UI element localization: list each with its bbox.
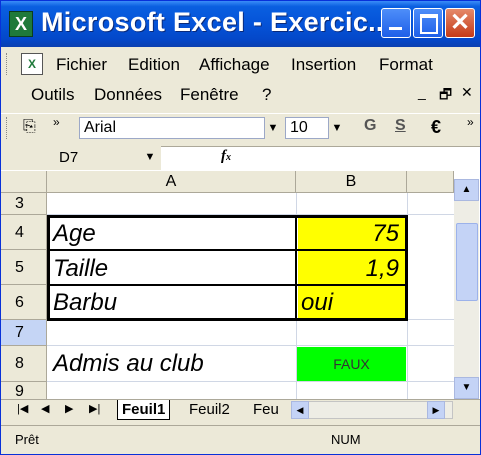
tab-feuil2[interactable]: Feuil2 xyxy=(185,400,234,420)
table-border-left xyxy=(47,215,50,321)
doc-restore-icon[interactable]: 🗗 xyxy=(439,84,452,108)
menu-grip[interactable] xyxy=(6,53,10,75)
prev-sheet-icon[interactable]: ◀ xyxy=(41,402,49,415)
status-ready: Prêt xyxy=(15,432,39,447)
name-box[interactable]: D7 xyxy=(1,146,161,170)
gridline xyxy=(47,381,454,382)
excel-app-icon[interactable]: X xyxy=(9,11,33,37)
insert-function-icon[interactable]: fx xyxy=(221,148,231,165)
table-border-right xyxy=(405,215,408,321)
font-name-dropdown-icon[interactable]: ▼ xyxy=(264,117,282,139)
workbook-icon[interactable]: X xyxy=(21,53,43,75)
maximize-button[interactable] xyxy=(413,8,443,38)
font-size-dropdown-icon[interactable]: ▼ xyxy=(328,117,346,139)
column-header-c[interactable] xyxy=(407,171,454,193)
status-bar: Prêt NUM xyxy=(1,425,480,454)
menu-insertion[interactable]: Insertion xyxy=(291,55,356,75)
toolbar-grip[interactable] xyxy=(6,117,10,139)
row-header-3[interactable]: 3 xyxy=(1,193,47,215)
scroll-down-button[interactable]: ▼ xyxy=(454,377,479,399)
tab-feuil3[interactable]: Feu xyxy=(249,400,283,420)
menu-fichier[interactable]: Fichier xyxy=(56,55,107,75)
last-sheet-icon[interactable]: ▶| xyxy=(89,402,100,415)
doc-close-icon[interactable]: ✕ xyxy=(461,84,473,101)
toolbar-options-icon[interactable]: » xyxy=(53,115,60,129)
cell-a6[interactable]: Barbu xyxy=(53,288,117,318)
menu-edition[interactable]: Edition xyxy=(128,55,180,75)
scroll-up-button[interactable]: ▲ xyxy=(454,179,479,201)
scroll-left-button[interactable]: ◀ xyxy=(291,401,309,419)
underline-button[interactable]: S xyxy=(395,117,406,135)
cell-b6[interactable]: oui xyxy=(301,288,333,318)
row-header-8[interactable]: 8 xyxy=(1,346,47,382)
excel-window: X Microsoft Excel - Exercic... ✕ X Fichi… xyxy=(0,0,481,455)
gridline xyxy=(47,345,454,346)
bold-button[interactable]: G xyxy=(364,117,376,135)
menu-outils[interactable]: Outils xyxy=(31,85,74,105)
row-header-4[interactable]: 4 xyxy=(1,215,47,250)
cell-b8[interactable]: FAUX xyxy=(297,347,406,381)
column-header-a[interactable]: A xyxy=(47,171,296,193)
currency-button[interactable]: € xyxy=(431,117,441,138)
next-sheet-icon[interactable]: ▶ xyxy=(65,402,73,415)
row-header-5[interactable]: 5 xyxy=(1,250,47,285)
menu-affichage[interactable]: Affichage xyxy=(199,55,270,75)
table-border-middle xyxy=(295,215,297,321)
window-title: Microsoft Excel - Exercic... xyxy=(41,7,392,37)
cell-b4[interactable]: 75 xyxy=(299,218,399,250)
minimize-button[interactable] xyxy=(381,8,411,38)
row-header-9[interactable]: 9 xyxy=(1,382,47,399)
table-border-bottom xyxy=(47,318,408,321)
cell-a8[interactable]: Admis au club xyxy=(53,348,204,380)
font-name-select[interactable]: Arial xyxy=(79,117,265,139)
cell-a4[interactable]: Age xyxy=(53,218,96,250)
status-num-indicator: NUM xyxy=(331,432,361,447)
font-size-select[interactable]: 10 xyxy=(285,117,329,139)
menu-format[interactable]: Format xyxy=(379,55,433,75)
row-header-7[interactable]: 7 xyxy=(1,320,47,346)
column-header-b[interactable]: B xyxy=(296,171,407,193)
menu-donnees[interactable]: Données xyxy=(94,85,162,105)
cell-b5[interactable]: 1,9 xyxy=(299,253,399,285)
title-bar[interactable]: X Microsoft Excel - Exercic... ✕ xyxy=(1,1,480,47)
tab-feuil1[interactable]: Feuil1 xyxy=(117,400,171,420)
first-sheet-icon[interactable]: |◀ xyxy=(17,402,28,415)
copy-icon[interactable]: ⎘ xyxy=(23,118,36,136)
doc-minimize-icon[interactable]: _ xyxy=(418,84,426,100)
scroll-thumb[interactable] xyxy=(456,223,478,301)
select-all-corner[interactable] xyxy=(1,171,47,193)
row-header-6[interactable]: 6 xyxy=(1,285,47,320)
maximize-icon xyxy=(420,14,438,34)
close-icon: ✕ xyxy=(449,9,471,36)
worksheet-grid[interactable]: A B 3 4 5 6 7 8 9 Age 75 Taille 1,9 Barb… xyxy=(1,171,480,399)
toolbar-more-icon[interactable]: » xyxy=(467,115,474,129)
close-button[interactable]: ✕ xyxy=(445,8,475,38)
menu-fenetre[interactable]: Fenêtre xyxy=(180,85,239,105)
cell-a5[interactable]: Taille xyxy=(53,253,108,285)
scroll-right-button[interactable]: ▶ xyxy=(427,401,445,419)
name-box-dropdown-icon[interactable]: ▼ xyxy=(141,146,159,170)
menu-help[interactable]: ? xyxy=(262,85,271,105)
minimize-icon xyxy=(389,27,402,30)
